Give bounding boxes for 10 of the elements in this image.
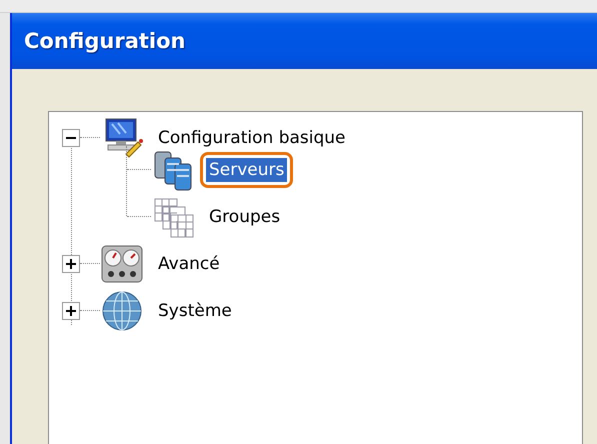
expand-toggle[interactable] <box>62 302 80 320</box>
collapse-toggle[interactable] <box>62 128 80 146</box>
window-title: Configuration <box>24 29 186 53</box>
tree-item[interactable]: Système <box>155 298 235 322</box>
tree-item[interactable]: Groupes <box>206 204 284 228</box>
tree-item[interactable]: Serveurs <box>206 158 288 182</box>
expand-toggle[interactable] <box>62 254 80 272</box>
globe-icon <box>100 288 144 332</box>
tree-item[interactable]: Avancé <box>155 252 223 276</box>
tree-item[interactable]: Configuration basique <box>155 126 349 150</box>
